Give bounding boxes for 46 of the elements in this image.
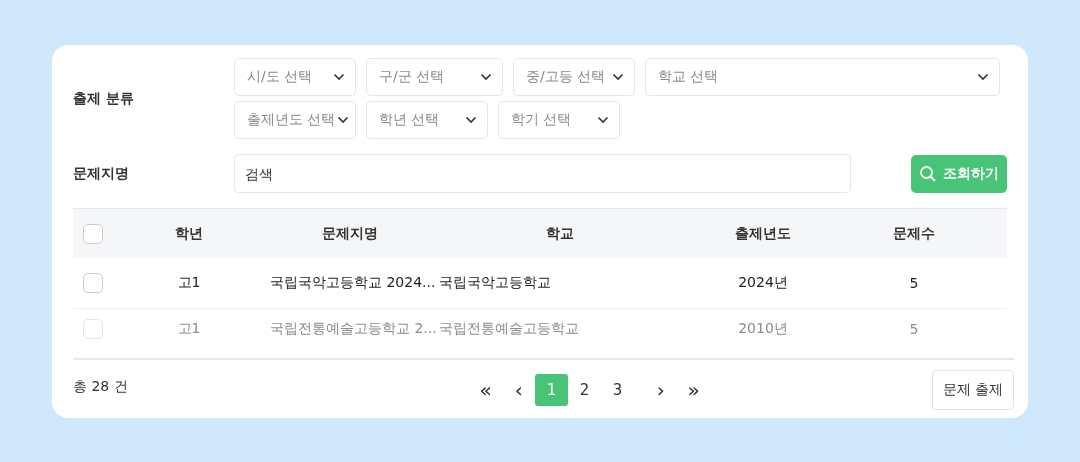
total-count: 총 28 건 — [73, 378, 128, 396]
table-cell-text: 고1 — [176, 320, 202, 338]
checkbox[interactable] — [83, 319, 103, 339]
page-button[interactable]: 1 — [535, 374, 569, 406]
page-button[interactable]: 3 — [601, 374, 635, 406]
dropdown[interactable]: 학기 선택 — [498, 101, 620, 139]
table-cell-text: 국립국악고등학교 2024... — [269, 274, 434, 292]
column-header: 출제년도 — [734, 224, 792, 243]
filter-label: 출제 분류 — [73, 89, 135, 108]
column-header: 학년 — [174, 224, 204, 243]
column-header: 문제수 — [892, 224, 936, 243]
chevron-down-icon — [337, 116, 350, 124]
next-page-button[interactable]: › — [644, 374, 678, 406]
search-icon — [919, 164, 937, 183]
first-page-button[interactable]: « — [469, 374, 503, 406]
table-cell-text: 국립국악고등학교 — [438, 274, 552, 292]
dropdown[interactable]: 구/군 선택 — [366, 58, 503, 96]
create-exam-button[interactable]: 문제 출제 — [931, 370, 1014, 410]
table-cell-text: 2010년 — [737, 320, 789, 338]
chevron-down-icon — [465, 116, 477, 124]
chevron-down-icon — [612, 73, 624, 81]
table-cell-text: 5 — [908, 321, 920, 337]
dropdown[interactable]: 시/도 선택 — [234, 58, 356, 96]
chevron-down-icon — [333, 73, 345, 81]
search-field[interactable]: 검색 — [234, 154, 851, 193]
dropdown[interactable]: 학교 선택 — [645, 58, 1000, 96]
column-header: 학교 — [545, 224, 575, 243]
table-cell-text: 2024년 — [737, 274, 789, 292]
table-cell-text: 5 — [908, 275, 920, 291]
page-button[interactable]: 2 — [568, 374, 602, 406]
last-page-button[interactable]: » — [677, 374, 711, 406]
search-label: 문제지명 — [73, 164, 130, 183]
dropdown[interactable]: 출제년도 선택 — [234, 101, 356, 139]
chevron-down-icon — [597, 116, 609, 124]
checkbox[interactable] — [83, 273, 103, 293]
dropdown[interactable]: 학년 선택 — [366, 101, 488, 139]
table-cell-text: 국립전통예술고등학교 — [438, 320, 580, 338]
chevron-down-icon — [480, 73, 492, 81]
search-button[interactable]: 조회하기 — [911, 154, 1007, 193]
checkbox[interactable] — [83, 223, 103, 244]
chevron-down-icon — [977, 73, 989, 81]
dropdown[interactable]: 중/고등 선택 — [513, 58, 635, 96]
column-header: 문제지명 — [320, 224, 379, 243]
table-cell-text: 고1 — [176, 274, 202, 292]
table-cell-text: 국립전통예술고등학교 2... — [269, 320, 434, 338]
previous-page-button[interactable]: ‹ — [502, 374, 536, 406]
